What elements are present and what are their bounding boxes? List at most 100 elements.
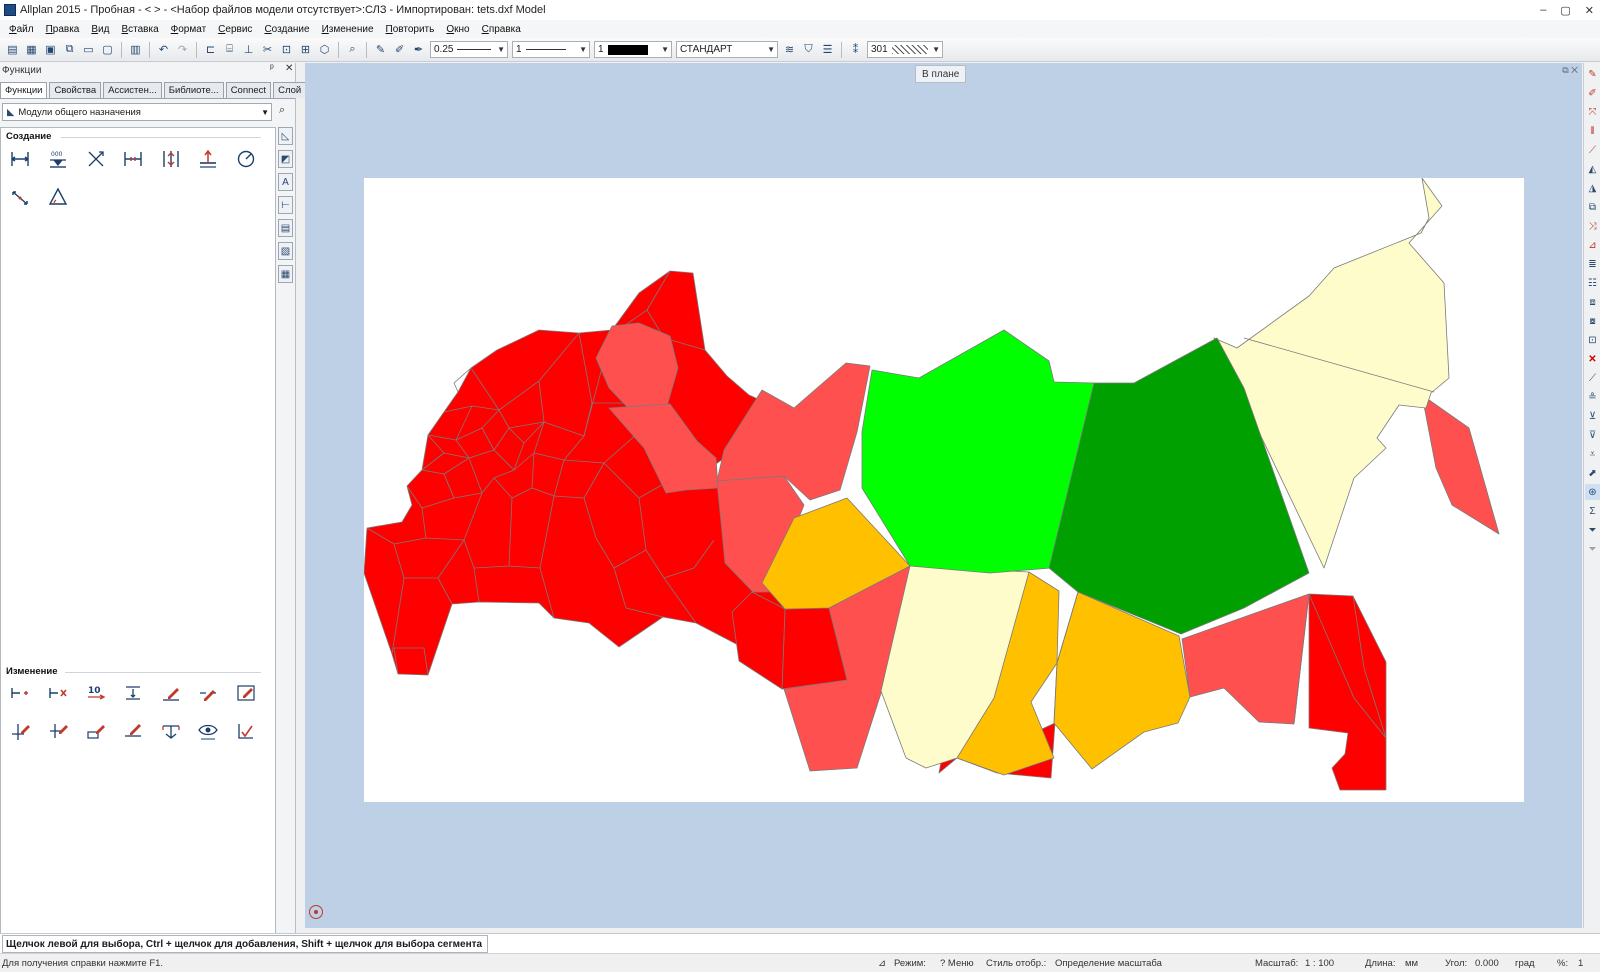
zoom-icon[interactable]: ⌕ xyxy=(344,41,361,58)
group-edit-icon[interactable]: ⧇ xyxy=(1585,313,1600,329)
pen-thickness-select[interactable]: 0.25 ▼ xyxy=(430,41,508,58)
format-painter-icon[interactable]: ✐ xyxy=(391,41,408,58)
move-dimension-pen-icon[interactable] xyxy=(196,681,220,705)
hatch-icon[interactable]: ⁑ xyxy=(847,41,864,58)
dimension-properties-icon[interactable] xyxy=(234,681,258,705)
menu-tools[interactable]: Сервис xyxy=(212,24,258,35)
align-dimension-icon[interactable] xyxy=(159,719,183,743)
check-dimension-icon[interactable] xyxy=(234,719,258,743)
undo-icon[interactable]: ↶ xyxy=(155,41,172,58)
line-edit-icon[interactable]: ✐ xyxy=(1585,85,1600,101)
menu-format[interactable]: Формат xyxy=(165,24,213,35)
vertical-pen-icon[interactable] xyxy=(8,719,32,743)
delete-red-icon[interactable]: ✕ xyxy=(1585,351,1600,367)
split-icon[interactable]: ⟋ xyxy=(1585,142,1600,158)
tab-connect[interactable]: Connect xyxy=(225,82,272,98)
arc-dimension-icon[interactable] xyxy=(8,185,32,209)
pen-red-icon[interactable]: ✎ xyxy=(1585,66,1600,82)
drawing-viewport[interactable]: В плане ⧉ ✕ xyxy=(305,63,1582,928)
triangle-dimension-icon[interactable] xyxy=(46,185,70,209)
maximize-button[interactable]: ▢ xyxy=(1560,4,1570,17)
sum-icon[interactable]: Σ xyxy=(1585,503,1600,519)
layers-icon[interactable]: ☷ xyxy=(1585,275,1600,291)
select-all-icon[interactable]: ⊛ xyxy=(1585,484,1600,500)
table-group-icon[interactable]: ▦ xyxy=(278,265,293,283)
open-folder-icon[interactable]: ▣ xyxy=(42,41,59,58)
save-icon[interactable]: ▭ xyxy=(80,41,97,58)
menu-file[interactable]: Файл xyxy=(3,24,40,35)
dimension-line-group-icon[interactable]: ⊢ xyxy=(278,196,293,214)
delete-icon[interactable]: ✂ xyxy=(259,41,276,58)
layout-icon[interactable]: ▥ xyxy=(127,41,144,58)
wall-icon[interactable]: ≗ xyxy=(1585,389,1600,405)
mirror-copy-icon[interactable]: ◮ xyxy=(1585,180,1600,196)
edit-dimension-pen-icon[interactable] xyxy=(159,681,183,705)
status-angle-value[interactable]: 0.000 xyxy=(1475,958,1499,969)
delete-dimension-point-icon[interactable] xyxy=(46,681,70,705)
status-scale-value[interactable]: 1 : 100 xyxy=(1305,958,1334,969)
group-icon[interactable]: ⧈ xyxy=(1585,294,1600,310)
dimension-group-icon[interactable]: ◺ xyxy=(278,127,293,145)
link-files-icon[interactable]: ⧉ xyxy=(61,41,78,58)
status-menu[interactable]: ? Меню xyxy=(940,958,974,969)
color-select[interactable]: 1 ▼ xyxy=(594,41,672,58)
measure-icon[interactable]: ⊏ xyxy=(202,41,219,58)
tab-properties[interactable]: Свойства xyxy=(49,82,102,98)
funnel-clear-icon[interactable]: ⏷ xyxy=(1585,541,1600,557)
filter-icon[interactable]: ⊽ xyxy=(1585,427,1600,443)
menu-modify[interactable]: Изменение xyxy=(316,24,380,35)
dimension-line-icon[interactable] xyxy=(121,147,145,171)
viewport-window-controls[interactable]: ⧉ ✕ xyxy=(1562,65,1578,76)
stretch-icon[interactable]: ⤧ xyxy=(1585,104,1600,120)
map-region-red[interactable] xyxy=(1308,593,1387,791)
copy-icon[interactable]: ⧉ xyxy=(1585,199,1600,215)
properties-brush-icon[interactable]: ✎ xyxy=(372,41,389,58)
funnel-icon[interactable]: ⏷ xyxy=(1585,522,1600,538)
open-file-icon[interactable]: ▦ xyxy=(23,41,40,58)
text-group-icon[interactable]: A xyxy=(278,173,293,191)
tab-library[interactable]: Библиоте... xyxy=(163,82,224,98)
status-style-value[interactable]: Определение масштаба xyxy=(1055,958,1162,969)
map-region-salmon[interactable] xyxy=(1421,394,1500,535)
move-icon[interactable]: ⤨ xyxy=(1585,218,1600,234)
stack-icon[interactable]: ≣ xyxy=(1585,256,1600,272)
filter-apply-icon[interactable]: ⩡ xyxy=(1585,446,1600,462)
layer-stack-icon[interactable]: ☰ xyxy=(819,41,836,58)
pin-icon[interactable]: ᵖ xyxy=(270,63,274,74)
offset-icon[interactable]: ⊿ xyxy=(1585,237,1600,253)
menu-edit[interactable]: Правка xyxy=(40,24,86,35)
format-style-select[interactable]: СТАНДАРТ ▼ xyxy=(676,41,778,58)
triangle-icon[interactable]: ◭ xyxy=(1585,161,1600,177)
module-select[interactable]: ◣ Модули общего назначения ▼ xyxy=(2,103,272,121)
linear-dimension-icon[interactable] xyxy=(8,147,32,171)
menu-window[interactable]: Окно xyxy=(440,24,475,35)
print-preview-icon[interactable]: ▢ xyxy=(99,41,116,58)
close-panel-icon[interactable]: ✕ xyxy=(285,63,293,74)
wand-icon[interactable]: ⟋ xyxy=(1585,370,1600,386)
edit-group-icon[interactable]: ▧ xyxy=(278,242,293,260)
visibility-eye-icon[interactable] xyxy=(196,719,220,743)
filter-pen-icon[interactable]: ⊻ xyxy=(1585,408,1600,424)
mirror-icon[interactable]: ⫴ xyxy=(1585,123,1600,139)
menu-insert[interactable]: Вставка xyxy=(115,24,164,35)
copy-icon[interactable]: ⊡ xyxy=(278,41,295,58)
close-button[interactable]: ✕ xyxy=(1585,4,1594,17)
redo-icon[interactable]: ↷ xyxy=(174,41,191,58)
hatch-select[interactable]: 301 ▼ xyxy=(867,41,943,58)
menu-repeat[interactable]: Повторить xyxy=(380,24,441,35)
layer-icon[interactable]: ≋ xyxy=(781,41,798,58)
offset-dimension-icon[interactable] xyxy=(121,681,145,705)
frame-icon[interactable]: ⊡ xyxy=(1585,332,1600,348)
new-project-icon[interactable]: ▤ xyxy=(4,41,21,58)
add-dimension-point-icon[interactable] xyxy=(8,681,32,705)
cross-pen-icon[interactable] xyxy=(46,719,70,743)
crosshair-icon[interactable] xyxy=(309,905,323,919)
elevation-dimension-icon[interactable]: 000 xyxy=(46,147,70,171)
plot-icon[interactable]: ⊥ xyxy=(240,41,257,58)
minimize-button[interactable]: – xyxy=(1540,4,1546,16)
calculator-icon[interactable]: ⌸ xyxy=(221,41,238,58)
radius-dimension-icon[interactable] xyxy=(234,147,258,171)
vertical-dimension-icon[interactable] xyxy=(159,147,183,171)
menu-help[interactable]: Справка xyxy=(476,24,527,35)
elevation-group-icon[interactable]: ◩ xyxy=(278,150,293,168)
